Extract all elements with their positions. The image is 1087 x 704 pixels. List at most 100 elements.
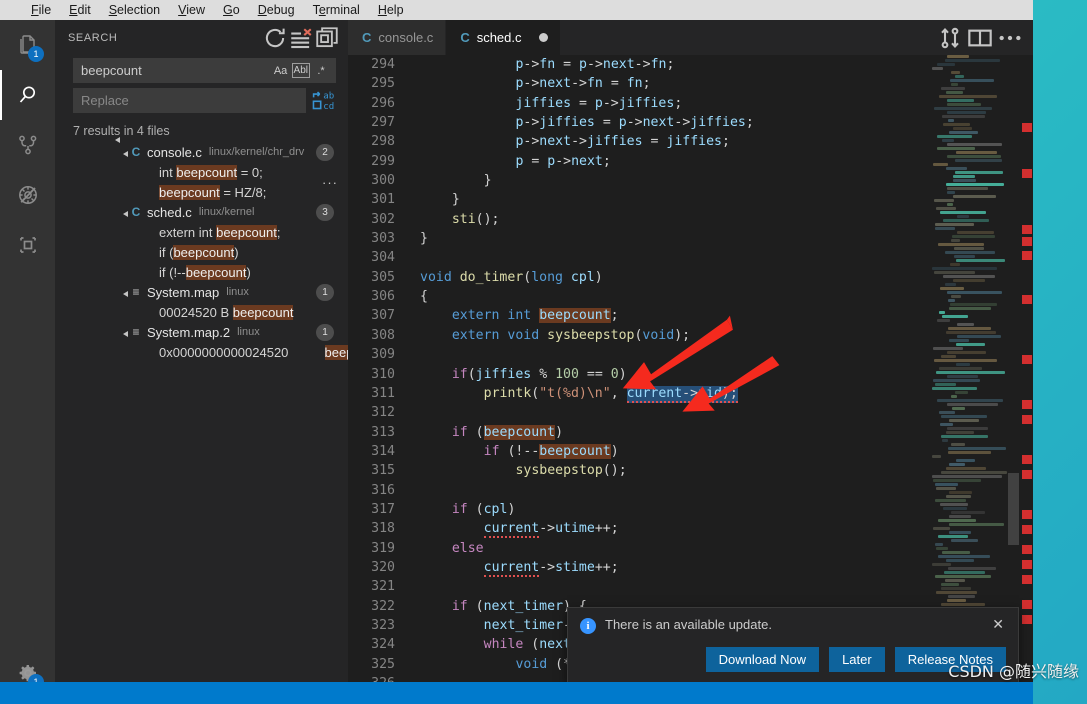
minimap-line [956,343,985,346]
minimap-line [948,567,996,570]
clear-all-icon[interactable] [288,27,314,49]
line-number: 316 [371,482,395,498]
minimap-line [936,487,956,490]
menu-go[interactable]: Go [214,0,249,20]
minimap-line [947,103,981,106]
activity-search[interactable] [0,70,55,120]
minimap-line [933,479,981,482]
split-editor-icon[interactable] [935,23,965,53]
minimap-line [947,143,1002,146]
menu-selection[interactable]: Selection [100,0,169,20]
menu-file[interactable]: File [22,0,60,20]
search-result-file[interactable]: ≡ System.map.2 linux 1 [55,322,348,342]
overview-ruler[interactable] [1020,55,1033,704]
menu-view[interactable]: View [169,0,214,20]
minimap-line [941,415,987,418]
result-file-name: System.map [147,284,220,300]
result-file-path: linux [226,286,249,298]
later-button[interactable]: Later [829,647,885,672]
search-result-match[interactable]: int beepcount = 0; [55,162,348,182]
tab-sched-c[interactable]: C sched.c [446,20,561,55]
replace-all-icon[interactable]: ab cd [310,88,336,113]
result-count-badge: 1 [316,323,334,341]
menu-help[interactable]: Help [369,0,413,20]
match-highlight: beepcount [216,224,277,240]
minimap-line [933,347,963,350]
search-result-match[interactable]: if (!-- beepcount) [55,262,348,282]
twistie-icon[interactable] [121,147,131,157]
minimap-line [950,263,960,266]
activity-explorer[interactable]: 1 [0,20,55,70]
match-case-toggle[interactable]: Aa [271,61,291,80]
line-number: 300 [371,173,395,189]
line-number: 299 [371,153,395,169]
menu-terminal[interactable]: Terminal [304,0,369,20]
activity-source-control[interactable] [0,120,55,170]
layout-icon[interactable] [965,23,995,53]
svg-text:ab: ab [323,91,334,101]
minimap-line [951,395,957,398]
minimap-line [941,471,1007,474]
search-result-match[interactable]: 0x0000000000024520 beepcount [55,342,386,362]
status-bar[interactable] [0,682,1033,704]
minimap-line [934,199,954,202]
tab-console-c[interactable]: C console.c [348,20,447,55]
activity-run-debug[interactable] [0,170,55,220]
line-number: 308 [371,327,395,343]
twistie-icon[interactable] [121,327,131,337]
replace-input-placeholder: Replace [81,93,129,108]
line-number: 305 [371,269,395,285]
explorer-badge: 1 [28,46,44,62]
search-result-match[interactable]: 00024520 B beepcount [55,302,348,322]
close-icon[interactable]: ✕ [990,617,1006,631]
result-file-name: sched.c [147,204,192,220]
search-result-file[interactable]: Cconsole.c linux/kernel/chr_drv 2 [55,142,348,162]
twistie-icon[interactable] [121,287,131,297]
activity-extensions[interactable] [0,220,55,270]
result-count-badge: 2 [316,143,334,161]
editor-scrollbar[interactable] [1008,473,1019,545]
match-highlight: beepcount [539,308,611,324]
minimap-line [937,135,972,138]
unsaved-indicator-icon[interactable] [538,33,548,42]
search-more-actions[interactable]: ··· [322,175,338,190]
minimap-line [947,55,969,58]
search-result-match[interactable]: extern int beepcount; [55,222,348,242]
minimap-line [946,331,996,334]
error-marker [1022,237,1032,246]
refresh-icon[interactable] [262,27,288,49]
activity-bar: 1 [0,20,55,704]
minimap-line [936,207,956,210]
use-regex-toggle[interactable]: .* [311,61,331,80]
search-result-match[interactable]: beepcount = HZ/8; [55,182,348,202]
search-result-match[interactable]: if (beepcount) [55,242,348,262]
twistie-icon[interactable] [121,207,131,217]
minimap-line [946,559,974,562]
minimap-line [935,499,966,502]
minimap-line [947,291,1002,294]
search-result-file[interactable]: Csched.c linux/kernel 3 [55,202,348,222]
minimap-line [937,63,955,66]
minimap-line [942,439,948,442]
minimap-line [946,495,971,498]
replace-input[interactable]: Replace [73,88,306,113]
minimap-line [948,119,954,122]
minimap-line [939,311,945,314]
minimap-line [957,323,974,326]
search-input[interactable]: beepcount Aa Abl .* [73,58,336,83]
error-marker [1022,470,1032,479]
minimap-line [947,203,953,206]
error-marker [1022,169,1032,178]
line-number: 313 [371,424,395,440]
search-result-file[interactable]: ≡ System.map linux 1 [55,282,348,302]
minimap-line [945,59,1000,62]
download-now-button[interactable]: Download Now [705,647,820,672]
ellipsis-icon[interactable] [995,23,1025,53]
sidebar-title: SEARCH [68,31,118,44]
menu-debug[interactable]: Debug [249,0,304,20]
new-search-editor-icon[interactable] [314,26,340,49]
match-highlight: beepcount [159,184,220,200]
match-whole-word-toggle[interactable]: Abl [291,63,310,78]
menu-edit[interactable]: Edit [60,0,100,20]
c-file-icon: C [460,30,470,45]
